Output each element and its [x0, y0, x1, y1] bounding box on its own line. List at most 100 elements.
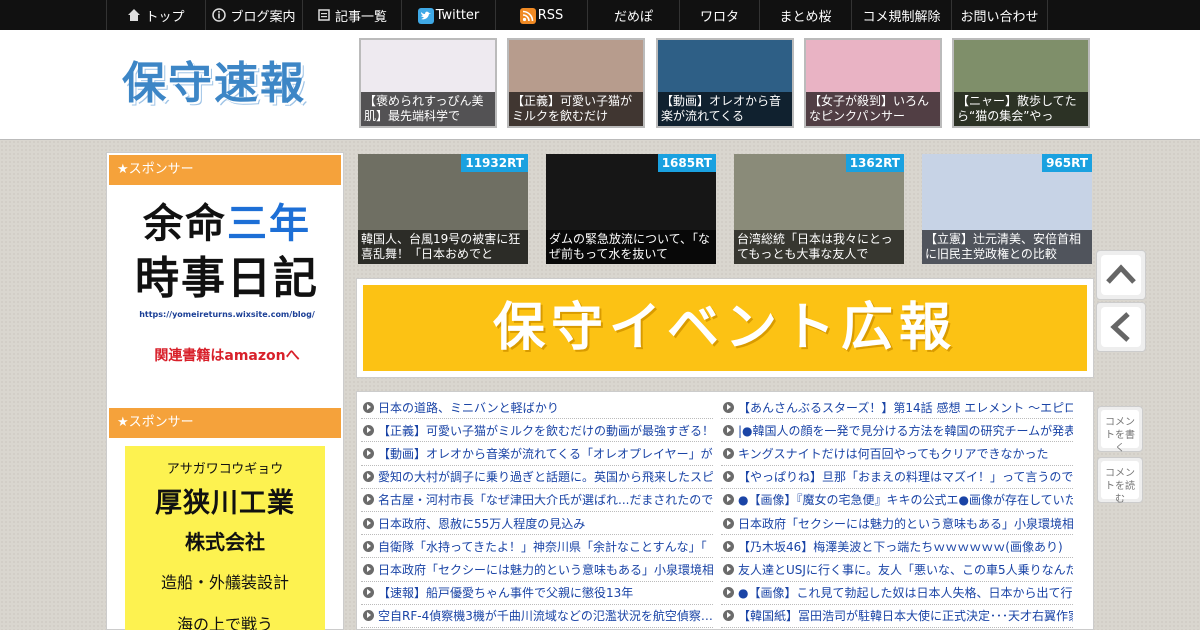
- rt-thumbnail-caption: 韓国人、台風19号の被害に狂喜乱舞！「日本おめでと: [358, 230, 528, 264]
- ad-amazon-link[interactable]: 関連書籍はamazonへ: [127, 345, 327, 365]
- bullet-arrow-icon: [363, 587, 374, 599]
- nav-item-label: ワロタ: [699, 9, 739, 25]
- ad2-kana: アサガワコウギョウ: [166, 462, 284, 477]
- bullet-arrow-icon: [363, 447, 374, 459]
- bullet-arrow-icon: [723, 471, 734, 483]
- article-link[interactable]: ●【画像】これ見て勃起した奴は日本人失格、日本から出て行け: [721, 582, 1073, 605]
- nav-item[interactable]: コメ規制解除: [852, 0, 952, 30]
- sponsor-ad-yomei[interactable]: 余命三年 時事日記 https://yomeireturns.wixsite.c…: [127, 198, 327, 383]
- ad-title-line1: 余命三年: [143, 201, 311, 247]
- rt-count-badge: 965RT: [1042, 154, 1092, 172]
- nav-item[interactable]: トップ: [107, 0, 206, 30]
- article-list: 日本の道路、ミニバンと軽ばかり【正義】可愛い子猫がミルクを飲むだけの動画が最強す…: [356, 391, 1094, 630]
- article-title: 日本政府「セクシーには魅力的という意味もある」小泉環境相: [738, 516, 1073, 531]
- article-link[interactable]: 自衛隊「水持ってきたよ！」神奈川県「余計なことすんな」「: [361, 535, 713, 559]
- nav-item-label: ブログ案内: [230, 9, 296, 25]
- article-link[interactable]: 【乃木坂46】梅澤美波と下っ端たちｗｗｗｗｗｗ(画像あり): [721, 535, 1073, 559]
- nav-item[interactable]: 記事一覧: [303, 0, 402, 30]
- rt-thumbnail[interactable]: 1362RT 台湾総統「日本は我々にとってもっとも大事な友人で: [734, 154, 904, 264]
- nav-item[interactable]: ブログ案内: [206, 0, 303, 30]
- article-link[interactable]: 【やっぱりね】旦那「おまえの料理はマズイ！」って言うので: [721, 466, 1073, 489]
- bullet-arrow-icon: [363, 494, 374, 506]
- article-link[interactable]: 日本政府「セクシーには魅力的という意味もある」小泉環境相: [361, 558, 713, 582]
- site-header: 保守速報 【褒められすっぴん美肌】最先端科学で 【正義】可愛い子猫がミルクを飲むだ…: [0, 30, 1200, 140]
- comment-read-button[interactable]: コメントを読む: [1097, 457, 1143, 505]
- rt-count-badge: 1362RT: [845, 154, 904, 172]
- article-link[interactable]: 日本政府、恩赦に55万人程度の見込み: [361, 512, 713, 536]
- sidebar: ★スポンサー 余命三年 時事日記 https://yomeireturns.wi…: [106, 152, 344, 630]
- bullet-arrow-icon: [723, 494, 734, 506]
- nav-item-label: だめぽ: [613, 9, 653, 25]
- article-link[interactable]: |●韓国人の顔を一発で見分ける方法を韓国の研究チームが発表: [721, 419, 1073, 443]
- comment-write-button[interactable]: コメントを書く: [1097, 406, 1143, 454]
- chevron-left-icon: [1101, 307, 1141, 347]
- article-link[interactable]: 【韓国紙】冨田浩司が駐韓日本大使に正式決定･･･天才右翼作家: [721, 605, 1073, 628]
- rt-thumbnail-caption: 【立憲】辻元清美、安倍首相に旧民主党政権との比較: [922, 230, 1092, 264]
- event-banner[interactable]: 保守イベント広報: [356, 278, 1094, 378]
- rss-icon: [519, 8, 536, 24]
- article-title: 【速報】船戸優愛ちゃん事件で父親に懲役13年: [378, 586, 634, 601]
- article-title: 【動画】オレオから音楽が流れてくる「オレオプレイヤー」が: [378, 446, 713, 461]
- header-thumbnail[interactable]: 【女子が殺到】いろんなピンクパンサー: [804, 38, 942, 128]
- rt-thumbnail-caption: 台湾総統「日本は我々にとってもっとも大事な友人で: [734, 230, 904, 264]
- article-list-left: 日本の道路、ミニバンと軽ばかり【正義】可愛い子猫がミルクを飲むだけの動画が最強す…: [361, 396, 713, 628]
- bullet-arrow-icon: [363, 610, 374, 622]
- scroll-top-button[interactable]: [1096, 250, 1146, 300]
- ad-title-line2: 時事日記: [135, 253, 319, 304]
- thumbnail-caption: 【正義】可愛い子猫がミルクを飲むだけ: [509, 92, 643, 126]
- thumbnail-caption: 【女子が殺到】いろんなピンクパンサー: [806, 92, 940, 126]
- nav-item[interactable]: お問い合わせ: [952, 0, 1048, 30]
- comment-read-label: コメントを読む: [1101, 461, 1139, 505]
- header-thumbnail[interactable]: 【正義】可愛い子猫がミルクを飲むだけ: [507, 38, 645, 128]
- article-link[interactable]: 愛知の大村が調子に乗り過ぎと話題に。英国から飛来したスピ: [361, 466, 713, 489]
- bullet-arrow-icon: [363, 540, 374, 552]
- ad2-more: 海の上で戦う: [176, 615, 273, 630]
- header-thumbnail[interactable]: 【動画】オレオから音楽が流れてくる: [656, 38, 794, 128]
- rt-thumbnail-caption: ダムの緊急放流について、「なぜ前もって水を抜いて: [546, 230, 716, 264]
- article-title: キングスナイトだけは何百回やってもクリアできなかった: [738, 446, 1049, 461]
- sponsor-heading: ★スポンサー: [109, 155, 341, 185]
- article-link[interactable]: 名古屋・河村市長「なぜ津田大介氏が選ばれ...だまされたので: [361, 489, 713, 512]
- nav-item[interactable]: Twitter: [402, 0, 496, 30]
- article-title: 日本政府「セクシーには魅力的という意味もある」小泉環境相: [378, 562, 713, 577]
- article-link[interactable]: 日本政府「セクシーには魅力的という意味もある」小泉環境相: [721, 512, 1073, 536]
- header-thumbnail[interactable]: 【ニャー】散歩してたら“猫の集会”やっ: [952, 38, 1090, 128]
- bullet-arrow-icon: [363, 424, 374, 436]
- site-logo[interactable]: 保守速報: [122, 54, 322, 114]
- nav-item-label: コメ規制解除: [862, 9, 941, 25]
- article-link[interactable]: ●【画像】『魔女の宅急便』キキの公式エ●画像が存在していた: [721, 489, 1073, 512]
- article-link[interactable]: 【あんさんぶるスターズ！】第14話 感想 エレメント 〜エピロ: [721, 396, 1073, 420]
- article-link[interactable]: 【動画】オレオから音楽が流れてくる「オレオプレイヤー」が: [361, 442, 713, 466]
- bullet-arrow-icon: [723, 447, 734, 459]
- list-icon: [317, 8, 331, 22]
- article-link[interactable]: 【速報】船戸優愛ちゃん事件で父親に懲役13年: [361, 582, 713, 605]
- bullet-arrow-icon: [363, 517, 374, 529]
- sponsor-ad-asagawa[interactable]: アサガワコウギョウ 厚狭川工業 株式会社 造船・外艤装設計 海の上で戦う: [125, 446, 325, 630]
- nav-item-label: 記事一覧: [334, 9, 387, 25]
- nav-item[interactable]: だめぽ: [588, 0, 680, 30]
- nav-item[interactable]: まとめ桜: [760, 0, 852, 30]
- rt-thumbnail[interactable]: 1685RT ダムの緊急放流について、「なぜ前もって水を抜いて: [546, 154, 716, 264]
- article-title: 空自RF-4偵察機3機が千曲川流域などの氾濫状況を航空偵察…: [378, 609, 713, 624]
- article-link[interactable]: キングスナイトだけは何百回やってもクリアできなかった: [721, 442, 1073, 466]
- rt-count-badge: 1685RT: [657, 154, 716, 172]
- bullet-arrow-icon: [723, 610, 734, 622]
- bullet-arrow-icon: [363, 471, 374, 483]
- nav-item-label: トップ: [145, 9, 185, 25]
- article-link[interactable]: 日本の道路、ミニバンと軽ばかり: [361, 396, 713, 420]
- rt-thumbnail[interactable]: 11932RT 韓国人、台風19号の被害に狂喜乱舞！「日本おめでと: [358, 154, 528, 264]
- top-nav: トップ ブログ案内 記事一覧 Twitter RSS だめぽ ワロタ まとめ桜 コメ規制解除 お問…: [106, 0, 1095, 30]
- nav-item[interactable]: RSS: [496, 0, 588, 30]
- article-link[interactable]: 空自RF-4偵察機3機が千曲川流域などの氾濫状況を航空偵察…: [361, 605, 713, 628]
- event-banner-text: 保守イベント広報: [363, 285, 1087, 371]
- nav-item[interactable]: ワロタ: [680, 0, 760, 30]
- ad2-desc: 造船・外艤装設計: [160, 573, 289, 592]
- article-link[interactable]: 友人達とUSJに行く事に。友人「悪いな、この車5人乗りなんだ: [721, 558, 1073, 582]
- top-nav-bar: トップ ブログ案内 記事一覧 Twitter RSS だめぽ ワロタ まとめ桜 コメ規制解除 お問…: [0, 0, 1200, 30]
- rt-thumbnail[interactable]: 965RT 【立憲】辻元清美、安倍首相に旧民主党政権との比較: [922, 154, 1092, 264]
- back-button[interactable]: [1096, 302, 1146, 352]
- thumbnail-caption: 【ニャー】散歩してたら“猫の集会”やっ: [954, 92, 1088, 126]
- article-link[interactable]: 【正義】可愛い子猫がミルクを飲むだけの動画が最強すぎる！: [361, 419, 713, 443]
- article-title: 日本の道路、ミニバンと軽ばかり: [378, 400, 559, 415]
- header-thumbnail[interactable]: 【褒められすっぴん美肌】最先端科学で: [359, 38, 497, 128]
